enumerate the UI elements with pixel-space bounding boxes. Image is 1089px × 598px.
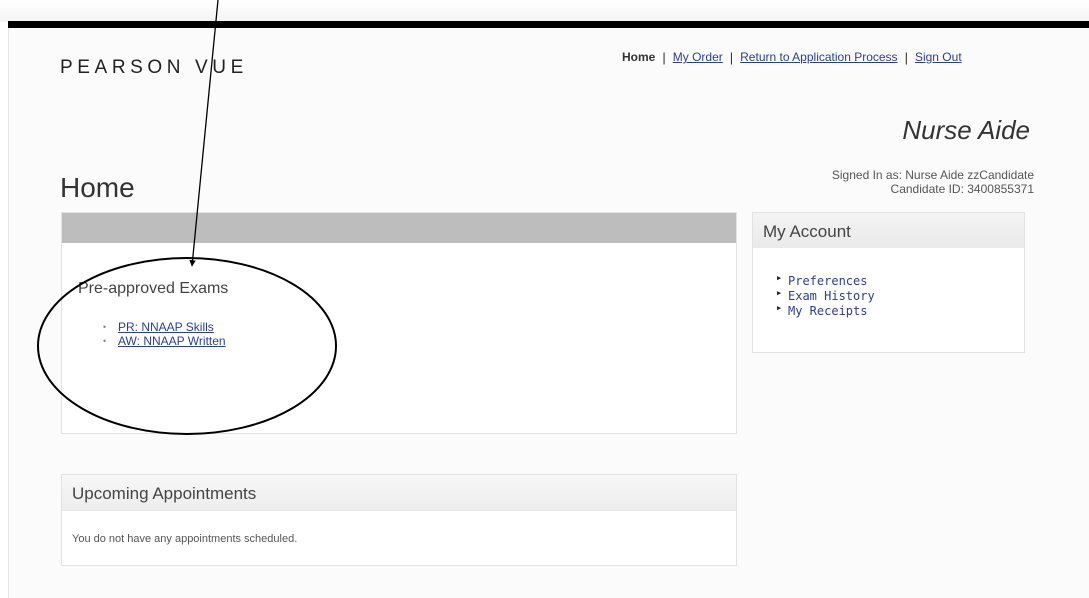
bullet-icon: •	[103, 322, 107, 332]
exam-history-link[interactable]: Exam History	[788, 289, 875, 303]
pre-approved-exams-heading: Pre-approved Exams	[78, 280, 229, 297]
list-item: ▶ Exam History	[777, 288, 875, 304]
preferences-link[interactable]: Preferences	[788, 274, 867, 288]
exam-link-written[interactable]: AW: NNAAP Written	[118, 334, 226, 348]
no-appointments-message: You do not have any appointments schedul…	[72, 533, 298, 545]
nav-separator: |	[904, 49, 908, 65]
pearson-vue-logo[interactable]: PEARSON VUE	[60, 57, 248, 79]
nav-my-order-link[interactable]: My Order	[673, 50, 723, 64]
list-item: ▶ Preferences	[777, 273, 875, 289]
page-title: Home	[60, 172, 135, 203]
account-menu: ▶ Preferences ▶ Exam History ▶ My Receip…	[777, 273, 875, 319]
nav-return-to-application-link[interactable]: Return to Application Process	[740, 50, 897, 64]
list-item: • PR: NNAAP Skills	[103, 320, 226, 334]
nav-sign-out-link[interactable]: Sign Out	[915, 50, 962, 64]
user-info: Signed In as: Nurse Aide zzCandidate Can…	[832, 168, 1034, 196]
triangle-right-icon: ▶	[777, 304, 782, 312]
bullet-icon: •	[103, 336, 107, 346]
signed-in-as-text: Signed In as: Nurse Aide zzCandidate	[831, 168, 1034, 182]
pre-approved-exams-panel: Pre-approved Exams • PR: NNAAP Skills • …	[61, 212, 737, 434]
nav-separator: |	[662, 49, 666, 65]
window-top-edge	[0, 0, 1089, 22]
candidate-id-text: Candidate ID: 3400855371	[890, 182, 1034, 196]
nav-separator: |	[729, 49, 734, 65]
upcoming-appointments-title: Upcoming Appointments	[62, 475, 736, 511]
nav-home[interactable]: Home	[622, 50, 655, 64]
header-black-bar	[8, 21, 1089, 28]
top-navigation: Home | My Order | Return to Application …	[622, 49, 962, 65]
exam-list: • PR: NNAAP Skills • AW: NNAAP Written	[103, 320, 226, 348]
upcoming-appointments-panel: Upcoming Appointments You do not have an…	[61, 474, 737, 566]
exam-link-skills[interactable]: PR: NNAAP Skills	[118, 320, 214, 334]
my-receipts-link[interactable]: My Receipts	[788, 304, 867, 318]
my-account-panel: My Account ▶ Preferences ▶ Exam History …	[752, 212, 1025, 353]
program-title: Nurse Aide	[902, 115, 1030, 145]
list-item: ▶ My Receipts	[777, 303, 875, 319]
list-item: • AW: NNAAP Written	[103, 334, 226, 348]
panel-header-bar	[62, 213, 736, 243]
my-account-title: My Account	[753, 213, 1024, 248]
